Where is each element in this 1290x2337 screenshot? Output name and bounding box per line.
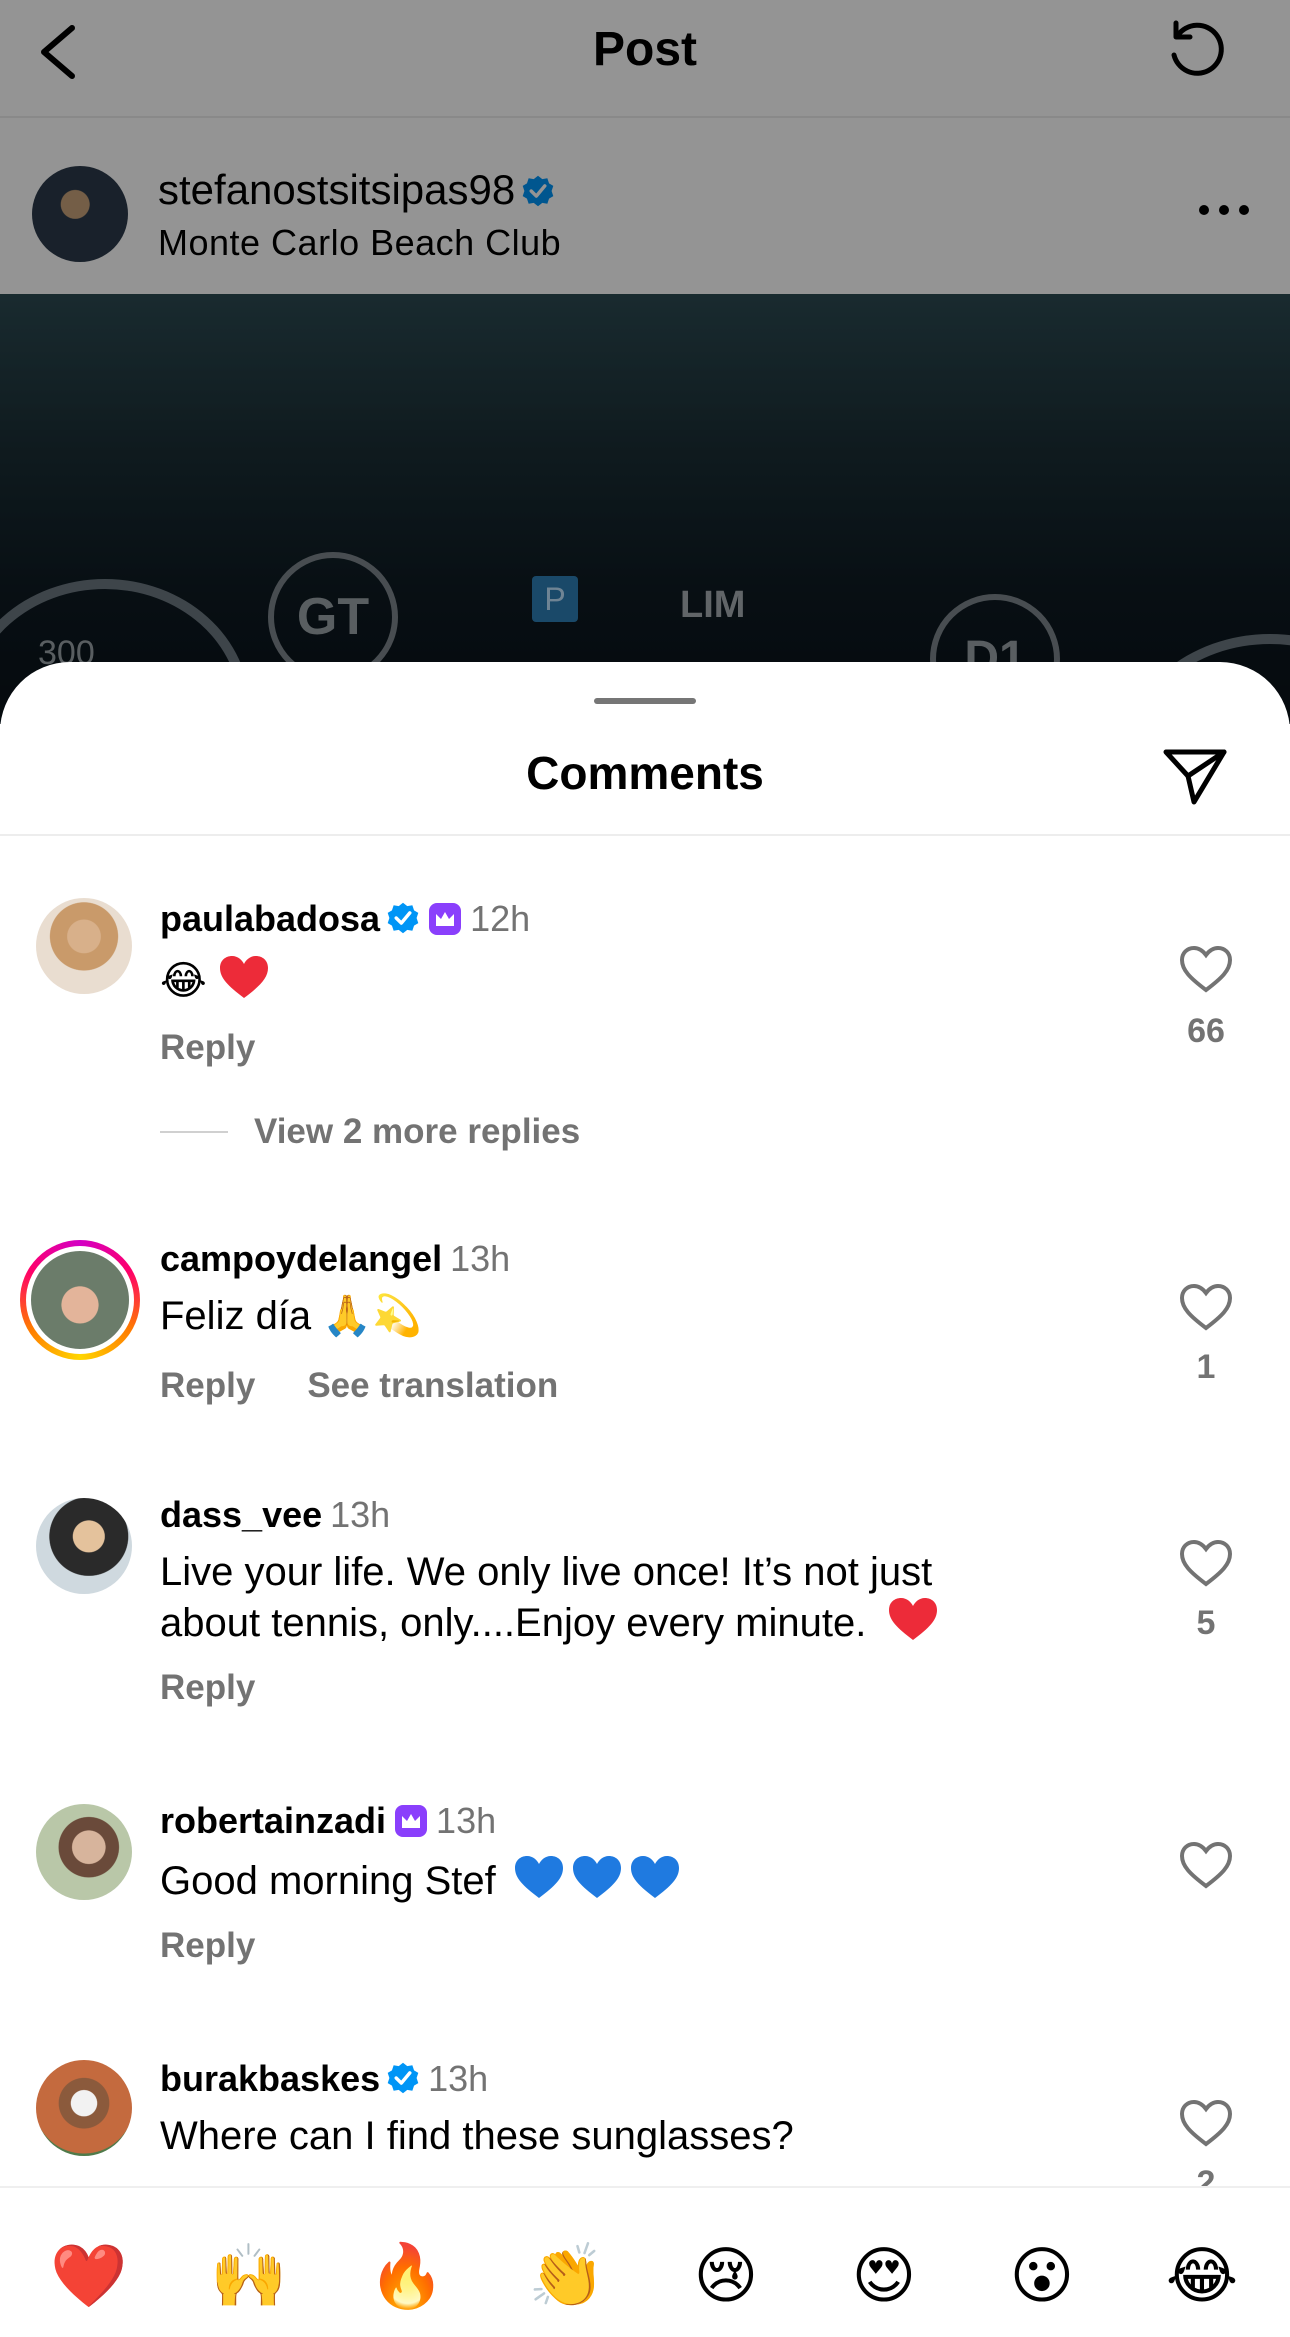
comment-header: burakbaskes 13h: [160, 2058, 488, 2100]
reaction-surprised-icon[interactable]: 😮: [1004, 2238, 1080, 2314]
commenter-avatar[interactable]: [36, 898, 132, 994]
comment-text: Good morning Stef: [160, 1854, 1040, 1905]
comment-username[interactable]: campoydelangel: [160, 1238, 442, 1279]
commenter-avatar[interactable]: [36, 1498, 132, 1594]
like-count: 5: [1196, 1604, 1216, 1642]
app-root: Post stefanostsitsipas98 Monte Carlo Bea…: [0, 0, 1290, 2337]
verified-badge-icon: [387, 2062, 419, 2094]
comment-header: paulabadosa 12h: [160, 898, 530, 940]
sheet-divider: [0, 834, 1290, 836]
comments-sheet: Comments paulabadosa 12h 😂 Reply 66 View…: [0, 662, 1290, 2337]
reaction-heart-eyes-icon[interactable]: 😍: [846, 2238, 922, 2314]
like-heart-icon[interactable]: [1178, 1538, 1234, 1588]
comment-text: 😂: [160, 954, 1040, 1005]
like-heart-icon[interactable]: [1178, 1840, 1234, 1890]
sheet-backdrop-overlay[interactable]: [0, 0, 1290, 720]
reply-button[interactable]: Reply: [160, 1926, 255, 1965]
reply-button[interactable]: Reply: [160, 1028, 255, 1067]
comment-actions: Reply See translation: [160, 1366, 558, 1406]
comment-text: Live your life. We only live once! It’s …: [160, 1548, 1040, 1647]
sheet-drag-handle[interactable]: [594, 698, 696, 704]
reaction-heart-icon[interactable]: ❤️: [50, 2238, 127, 2314]
reaction-clapping-icon[interactable]: 👏: [528, 2238, 605, 2314]
comment-text-line: about tennis, only....Enjoy every minute…: [160, 1596, 1040, 1647]
reply-button[interactable]: Reply: [160, 1668, 255, 1707]
comment-actions: Reply: [160, 1028, 255, 1068]
subscriber-crown-icon: [429, 903, 462, 935]
reply-button[interactable]: Reply: [160, 1366, 255, 1405]
reaction-crying-icon[interactable]: 😢: [688, 2238, 764, 2314]
comment-time: 12h: [470, 898, 531, 939]
like-heart-icon[interactable]: [1178, 2098, 1234, 2148]
comments-title: Comments: [526, 747, 764, 799]
reaction-raising-hands-icon[interactable]: 🙌: [210, 2238, 287, 2314]
reaction-fire-icon[interactable]: 🔥: [368, 2238, 445, 2314]
commenter-avatar: [26, 1246, 134, 1354]
quick-reactions-bar: ❤️ 🙌 🔥 👏 😢 😍 😮 😂: [0, 2186, 1290, 2337]
comment-actions: Reply: [160, 1668, 255, 1708]
comment-username[interactable]: paulabadosa: [160, 898, 380, 939]
comment-header: campoydelangel 13h: [160, 1238, 510, 1280]
commenter-avatar-story-ring[interactable]: [20, 1240, 140, 1360]
comment-username[interactable]: burakbaskes: [160, 2058, 380, 2099]
see-translation-button[interactable]: See translation: [307, 1366, 558, 1405]
comment-header: robertainzadi 13h: [160, 1800, 496, 1842]
comment-text-line: Live your life. We only live once! It’s …: [160, 1550, 933, 1594]
blue-heart-emoji-icon: [572, 1856, 621, 1898]
like-heart-icon[interactable]: [1178, 1282, 1234, 1332]
view-more-replies[interactable]: View 2 more replies: [160, 1112, 580, 1152]
subscriber-crown-icon: [395, 1805, 428, 1837]
comment-time: 13h: [450, 1238, 511, 1279]
comment-text: Where can I find these sunglasses?: [160, 2114, 794, 2158]
red-heart-emoji-icon: [219, 956, 268, 998]
blue-heart-emoji-icon: [514, 1856, 563, 1898]
like-count: 66: [1187, 1012, 1225, 1050]
verified-badge-icon: [387, 902, 419, 934]
commenter-avatar[interactable]: [36, 1804, 132, 1900]
share-send-icon[interactable]: [1160, 740, 1230, 810]
view-replies-label[interactable]: View 2 more replies: [254, 1112, 580, 1151]
comment-username[interactable]: dass_vee: [160, 1494, 322, 1535]
red-heart-emoji-icon: [889, 1598, 938, 1640]
replies-divider-line: [160, 1131, 228, 1133]
comment-header: dass_vee 13h: [160, 1494, 390, 1536]
comment-time: 13h: [436, 1800, 497, 1841]
comment-time: 13h: [428, 2058, 489, 2099]
post-background: Post stefanostsitsipas98 Monte Carlo Bea…: [0, 0, 1290, 724]
comment-actions: Reply: [160, 1926, 255, 1966]
comment-username[interactable]: robertainzadi: [160, 1800, 386, 1841]
blue-hearts-emoji-group: [507, 1856, 681, 1903]
commenter-avatar[interactable]: [36, 2060, 132, 2156]
blue-heart-emoji-icon: [630, 1856, 679, 1898]
comment-time: 13h: [330, 1494, 391, 1535]
like-count: 1: [1196, 1348, 1216, 1386]
reaction-laughing-icon[interactable]: 😂: [1164, 2238, 1240, 2314]
comment-text: Feliz día 🙏💫: [160, 1294, 422, 1338]
like-heart-icon[interactable]: [1178, 944, 1234, 994]
